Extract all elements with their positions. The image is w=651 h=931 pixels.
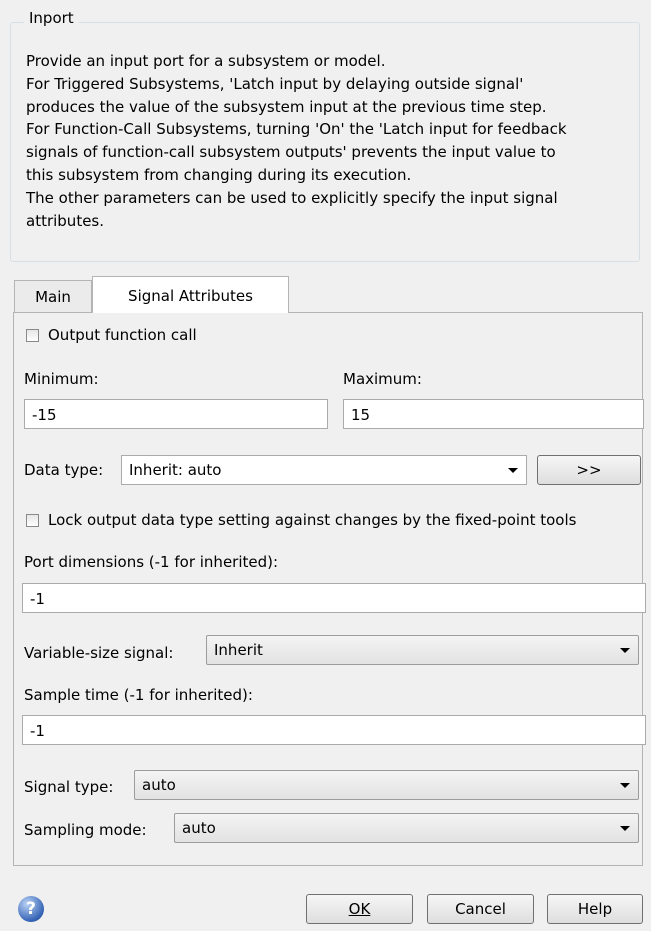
ok-label: OK: [348, 900, 371, 918]
variable-size-label: Variable-size signal:: [24, 644, 174, 662]
lock-output-label: Lock output data type setting against ch…: [48, 511, 577, 529]
sampling-mode-label: Sampling mode:: [24, 821, 147, 839]
port-dimensions-input[interactable]: -1: [22, 583, 646, 613]
data-type-value: Inherit: auto: [129, 461, 222, 479]
description-text: Provide an input port for a subsystem or…: [26, 50, 648, 232]
help-button[interactable]: Help: [547, 894, 643, 924]
description-line: this subsystem from changing during its …: [26, 165, 412, 184]
description-line: produces the value of the subsystem inpu…: [26, 97, 547, 116]
sample-time-label: Sample time (-1 for inherited):: [24, 686, 253, 704]
signal-type-select[interactable]: auto: [134, 770, 639, 800]
minimum-label: Minimum:: [24, 370, 99, 388]
description-line: For Function-Call Subsystems, turning 'O…: [26, 120, 567, 139]
ok-button[interactable]: OK: [306, 894, 413, 924]
variable-size-select[interactable]: Inherit: [206, 635, 639, 665]
chevron-down-icon: [620, 826, 630, 831]
minimum-input[interactable]: -15: [24, 399, 328, 429]
signal-type-value: auto: [142, 776, 176, 794]
description-line: signals of function-call subsystem outpu…: [26, 143, 556, 162]
maximum-label: Maximum:: [343, 370, 422, 388]
sampling-mode-value: auto: [182, 819, 216, 837]
signal-type-label: Signal type:: [24, 778, 114, 796]
description-line: The other parameters can be used to expl…: [26, 188, 558, 207]
description-line: For Triggered Subsystems, 'Latch input b…: [26, 74, 524, 93]
sampling-mode-select[interactable]: auto: [174, 813, 639, 843]
output-function-call-label: Output function call: [48, 326, 197, 344]
tab-signal-attributes[interactable]: Signal Attributes: [92, 276, 289, 313]
description-line: attributes.: [26, 211, 105, 230]
data-type-assistant-button[interactable]: >>: [537, 455, 641, 485]
variable-size-value: Inherit: [214, 641, 263, 659]
maximum-input[interactable]: 15: [343, 399, 644, 429]
output-function-call-checkbox[interactable]: Output function call: [26, 326, 197, 344]
port-dimensions-label: Port dimensions (-1 for inherited):: [24, 553, 279, 571]
data-type-label: Data type:: [24, 461, 104, 479]
checkbox-box[interactable]: [26, 513, 39, 527]
signal-attributes-panel: Output function call Minimum: Maximum: -…: [13, 312, 646, 866]
cancel-label: Cancel: [455, 900, 506, 918]
chevron-down-icon: [620, 648, 630, 653]
chevron-down-icon: [508, 468, 518, 473]
data-type-select[interactable]: Inherit: auto: [121, 455, 527, 485]
chevron-down-icon: [620, 783, 630, 788]
group-title: Inport: [24, 9, 79, 27]
checkbox-box[interactable]: [26, 328, 39, 342]
cancel-button[interactable]: Cancel: [427, 894, 534, 924]
sample-time-input[interactable]: -1: [22, 715, 646, 745]
help-label: Help: [577, 900, 613, 918]
description-line: Provide an input port for a subsystem or…: [26, 52, 386, 70]
lock-output-checkbox[interactable]: Lock output data type setting against ch…: [26, 511, 576, 529]
help-circle-icon[interactable]: ?: [18, 896, 44, 922]
tab-main[interactable]: Main: [14, 280, 92, 312]
